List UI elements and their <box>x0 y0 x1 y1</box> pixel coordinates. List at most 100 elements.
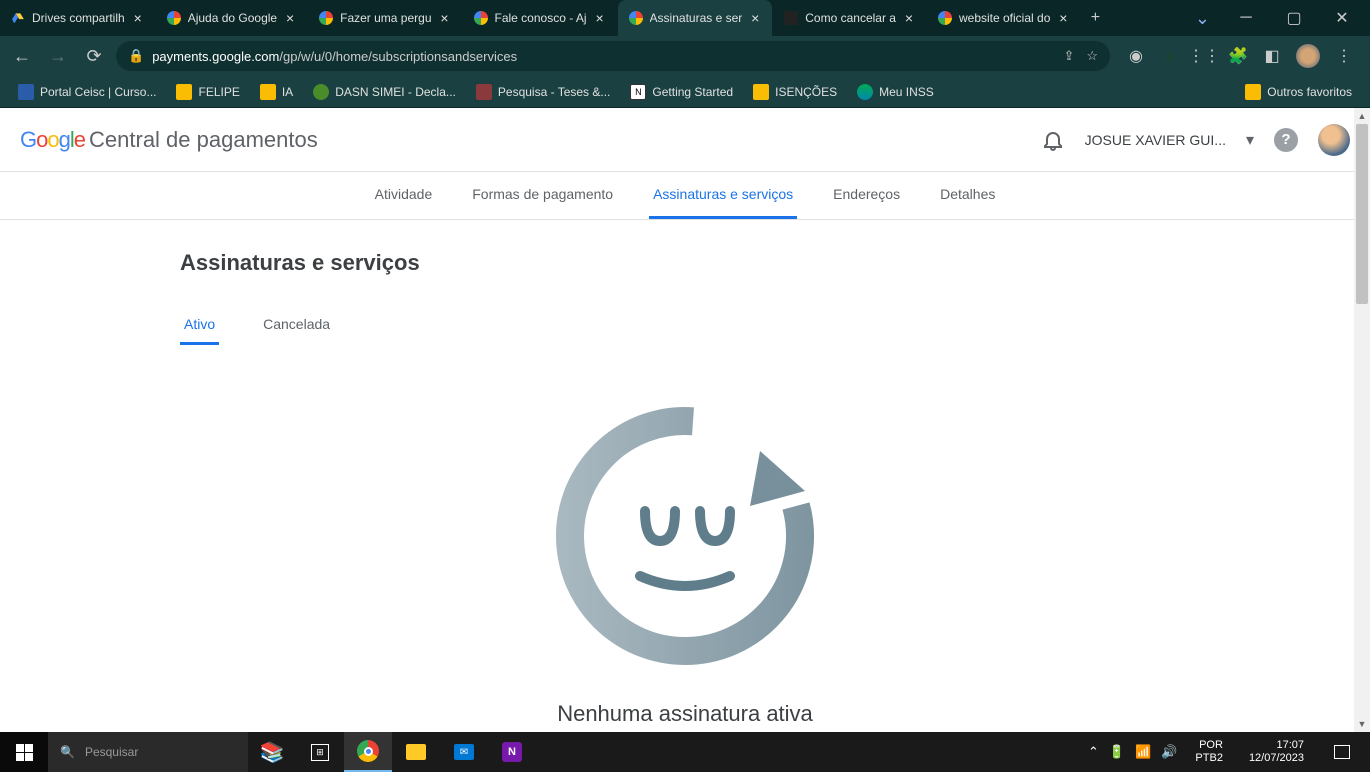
notifications-icon[interactable] <box>1041 128 1065 152</box>
start-button[interactable] <box>0 732 48 772</box>
taskbar-mail[interactable]: ✉ <box>440 732 488 772</box>
user-dropdown-icon[interactable]: ▾ <box>1246 130 1254 150</box>
bookmark-dasn[interactable]: DASN SIMEI - Decla... <box>305 80 464 104</box>
extension-icon-1[interactable]: ◉ <box>1126 46 1146 66</box>
google-icon <box>473 10 489 26</box>
close-icon[interactable]: × <box>593 11 607 25</box>
tab-formas-pagamento[interactable]: Formas de pagamento <box>468 172 617 219</box>
taskbar-explorer[interactable] <box>392 732 440 772</box>
bookmark-ia[interactable]: IA <box>252 80 301 104</box>
site-icon: N <box>630 84 646 100</box>
taskbar-app-1[interactable]: 📚 <box>248 732 296 772</box>
tab-pergunta[interactable]: Fazer uma pergu × <box>308 0 462 36</box>
notifications-button[interactable] <box>1322 732 1362 772</box>
tab-fale[interactable]: Fale conosco - Aj × <box>463 0 618 36</box>
scroll-up-icon[interactable]: ▲ <box>1354 108 1370 124</box>
wifi-icon[interactable]: 📶 <box>1135 744 1151 760</box>
url-path: /gp/w/u/0/home/subscriptionsandservices <box>279 49 517 64</box>
scrollbar-thumb[interactable] <box>1356 124 1368 304</box>
battery-icon[interactable]: 🔋 <box>1109 744 1125 760</box>
menu-icon[interactable]: ⋮ <box>1334 46 1354 66</box>
main-tabs: Atividade Formas de pagamento Assinatura… <box>0 172 1370 220</box>
scrollbar[interactable]: ▲ ▼ <box>1354 108 1370 732</box>
url-domain: payments.google.com <box>152 49 279 64</box>
tab-assinaturas-servicos[interactable]: Assinaturas e serviços <box>649 172 797 219</box>
site-icon <box>476 84 492 100</box>
tab-assinaturas[interactable]: Assinaturas e ser × <box>618 0 774 36</box>
sidepanel-icon[interactable]: ◧ <box>1262 46 1282 66</box>
tab-cancelar[interactable]: Como cancelar a × <box>773 0 927 36</box>
sub-tabs: Ativo Cancelada <box>180 306 1190 346</box>
taskbar-clock[interactable]: 17:07 12/07/2023 <box>1241 739 1312 765</box>
bookmark-star-icon[interactable]: ☆ <box>1086 48 1098 64</box>
folder-icon <box>176 84 192 100</box>
other-bookmarks[interactable]: Outros favoritos <box>1237 80 1360 104</box>
page-content: Google Central de pagamentos JOSUE XAVIE… <box>0 108 1370 732</box>
bookmark-meu-inss[interactable]: Meu INSS <box>849 80 942 104</box>
bookmark-getting-started[interactable]: NGetting Started <box>622 80 741 104</box>
maximize-button[interactable]: ▢ <box>1274 4 1314 32</box>
empty-state-illustration <box>545 396 825 676</box>
bookmark-portal-ceisc[interactable]: Portal Ceisc | Curso... <box>10 80 164 104</box>
close-icon[interactable]: × <box>1056 11 1070 25</box>
taskbar-language[interactable]: POR PTB2 <box>1187 739 1231 765</box>
user-avatar[interactable] <box>1318 124 1350 156</box>
search-placeholder: Pesquisar <box>85 745 138 759</box>
drive-icon <box>10 10 26 26</box>
close-icon[interactable]: × <box>748 11 762 25</box>
tab-ajuda[interactable]: Ajuda do Google × <box>156 0 308 36</box>
volume-icon[interactable]: 🔊 <box>1161 744 1177 760</box>
subtab-ativo[interactable]: Ativo <box>180 306 219 345</box>
close-icon[interactable]: × <box>131 11 145 25</box>
system-tray: ⌃ 🔋 📶 🔊 POR PTB2 17:07 12/07/2023 <box>1080 732 1370 772</box>
share-icon[interactable]: ⇪ <box>1063 48 1074 64</box>
subtab-cancelada[interactable]: Cancelada <box>259 306 334 345</box>
google-icon <box>628 10 644 26</box>
tab-enderecos[interactable]: Endereços <box>829 172 904 219</box>
folder-icon <box>260 84 276 100</box>
tab-atividade[interactable]: Atividade <box>371 172 437 219</box>
folder-icon <box>1245 84 1261 100</box>
close-icon[interactable]: × <box>283 11 297 25</box>
url-bar[interactable]: 🔒 payments.google.com/gp/w/u/0/home/subs… <box>116 41 1110 71</box>
forward-button[interactable]: → <box>44 42 72 70</box>
tray-chevron-icon[interactable]: ⌃ <box>1088 744 1099 760</box>
close-window-button[interactable]: ✕ <box>1322 4 1362 32</box>
bookmark-pesquisa[interactable]: Pesquisa - Teses &... <box>468 80 619 104</box>
extension-icon-2[interactable]: ▲ <box>1160 46 1180 66</box>
tab-detalhes[interactable]: Detalhes <box>936 172 999 219</box>
search-icon: 🔍 <box>60 745 75 759</box>
taskbar-onenote[interactable]: N <box>488 732 536 772</box>
tab-bar: Drives compartilh × Ajuda do Google × Fa… <box>0 0 1370 36</box>
reload-button[interactable]: ⟳ <box>80 42 108 70</box>
browser-chrome: Drives compartilh × Ajuda do Google × Fa… <box>0 0 1370 108</box>
google-logo[interactable]: Google <box>20 127 85 153</box>
tabs-dropdown-icon[interactable]: ⌄ <box>1187 8 1218 29</box>
taskbar-chrome[interactable] <box>344 732 392 772</box>
bookmark-felipe[interactable]: FELIPE <box>168 80 247 104</box>
new-tab-button[interactable]: + <box>1081 9 1109 27</box>
scroll-down-icon[interactable]: ▼ <box>1354 716 1370 732</box>
google-icon <box>166 10 182 26</box>
task-view-button[interactable]: ⊞ <box>296 732 344 772</box>
minimize-button[interactable]: ─ <box>1226 4 1266 32</box>
profile-avatar-icon[interactable] <box>1296 44 1320 68</box>
close-icon[interactable]: × <box>438 11 452 25</box>
user-name: JOSUE XAVIER GUI... <box>1085 132 1226 148</box>
tab-website[interactable]: website oficial do × <box>927 0 1081 36</box>
help-icon[interactable]: ? <box>1274 128 1298 152</box>
extensions-puzzle-icon[interactable]: 🧩 <box>1228 46 1248 66</box>
empty-state-title: Nenhuma assinatura ativa <box>180 701 1190 727</box>
tab-drives[interactable]: Drives compartilh × <box>0 0 156 36</box>
taskbar-search[interactable]: 🔍 Pesquisar <box>48 732 248 772</box>
bookmark-isencoes[interactable]: ISENÇÕES <box>745 80 845 104</box>
back-button[interactable]: ← <box>8 42 36 70</box>
lock-icon[interactable]: 🔒 <box>128 48 144 64</box>
content-area: Assinaturas e serviços Ativo Cancelada N… <box>0 220 1370 732</box>
extension-icon-3[interactable]: ⋮⋮ <box>1194 46 1214 66</box>
close-icon[interactable]: × <box>902 11 916 25</box>
site-icon <box>783 10 799 26</box>
empty-state: Nenhuma assinatura ativa Você poderá ger… <box>180 396 1190 732</box>
app-title: Central de pagamentos <box>89 127 318 153</box>
site-icon <box>857 84 873 100</box>
